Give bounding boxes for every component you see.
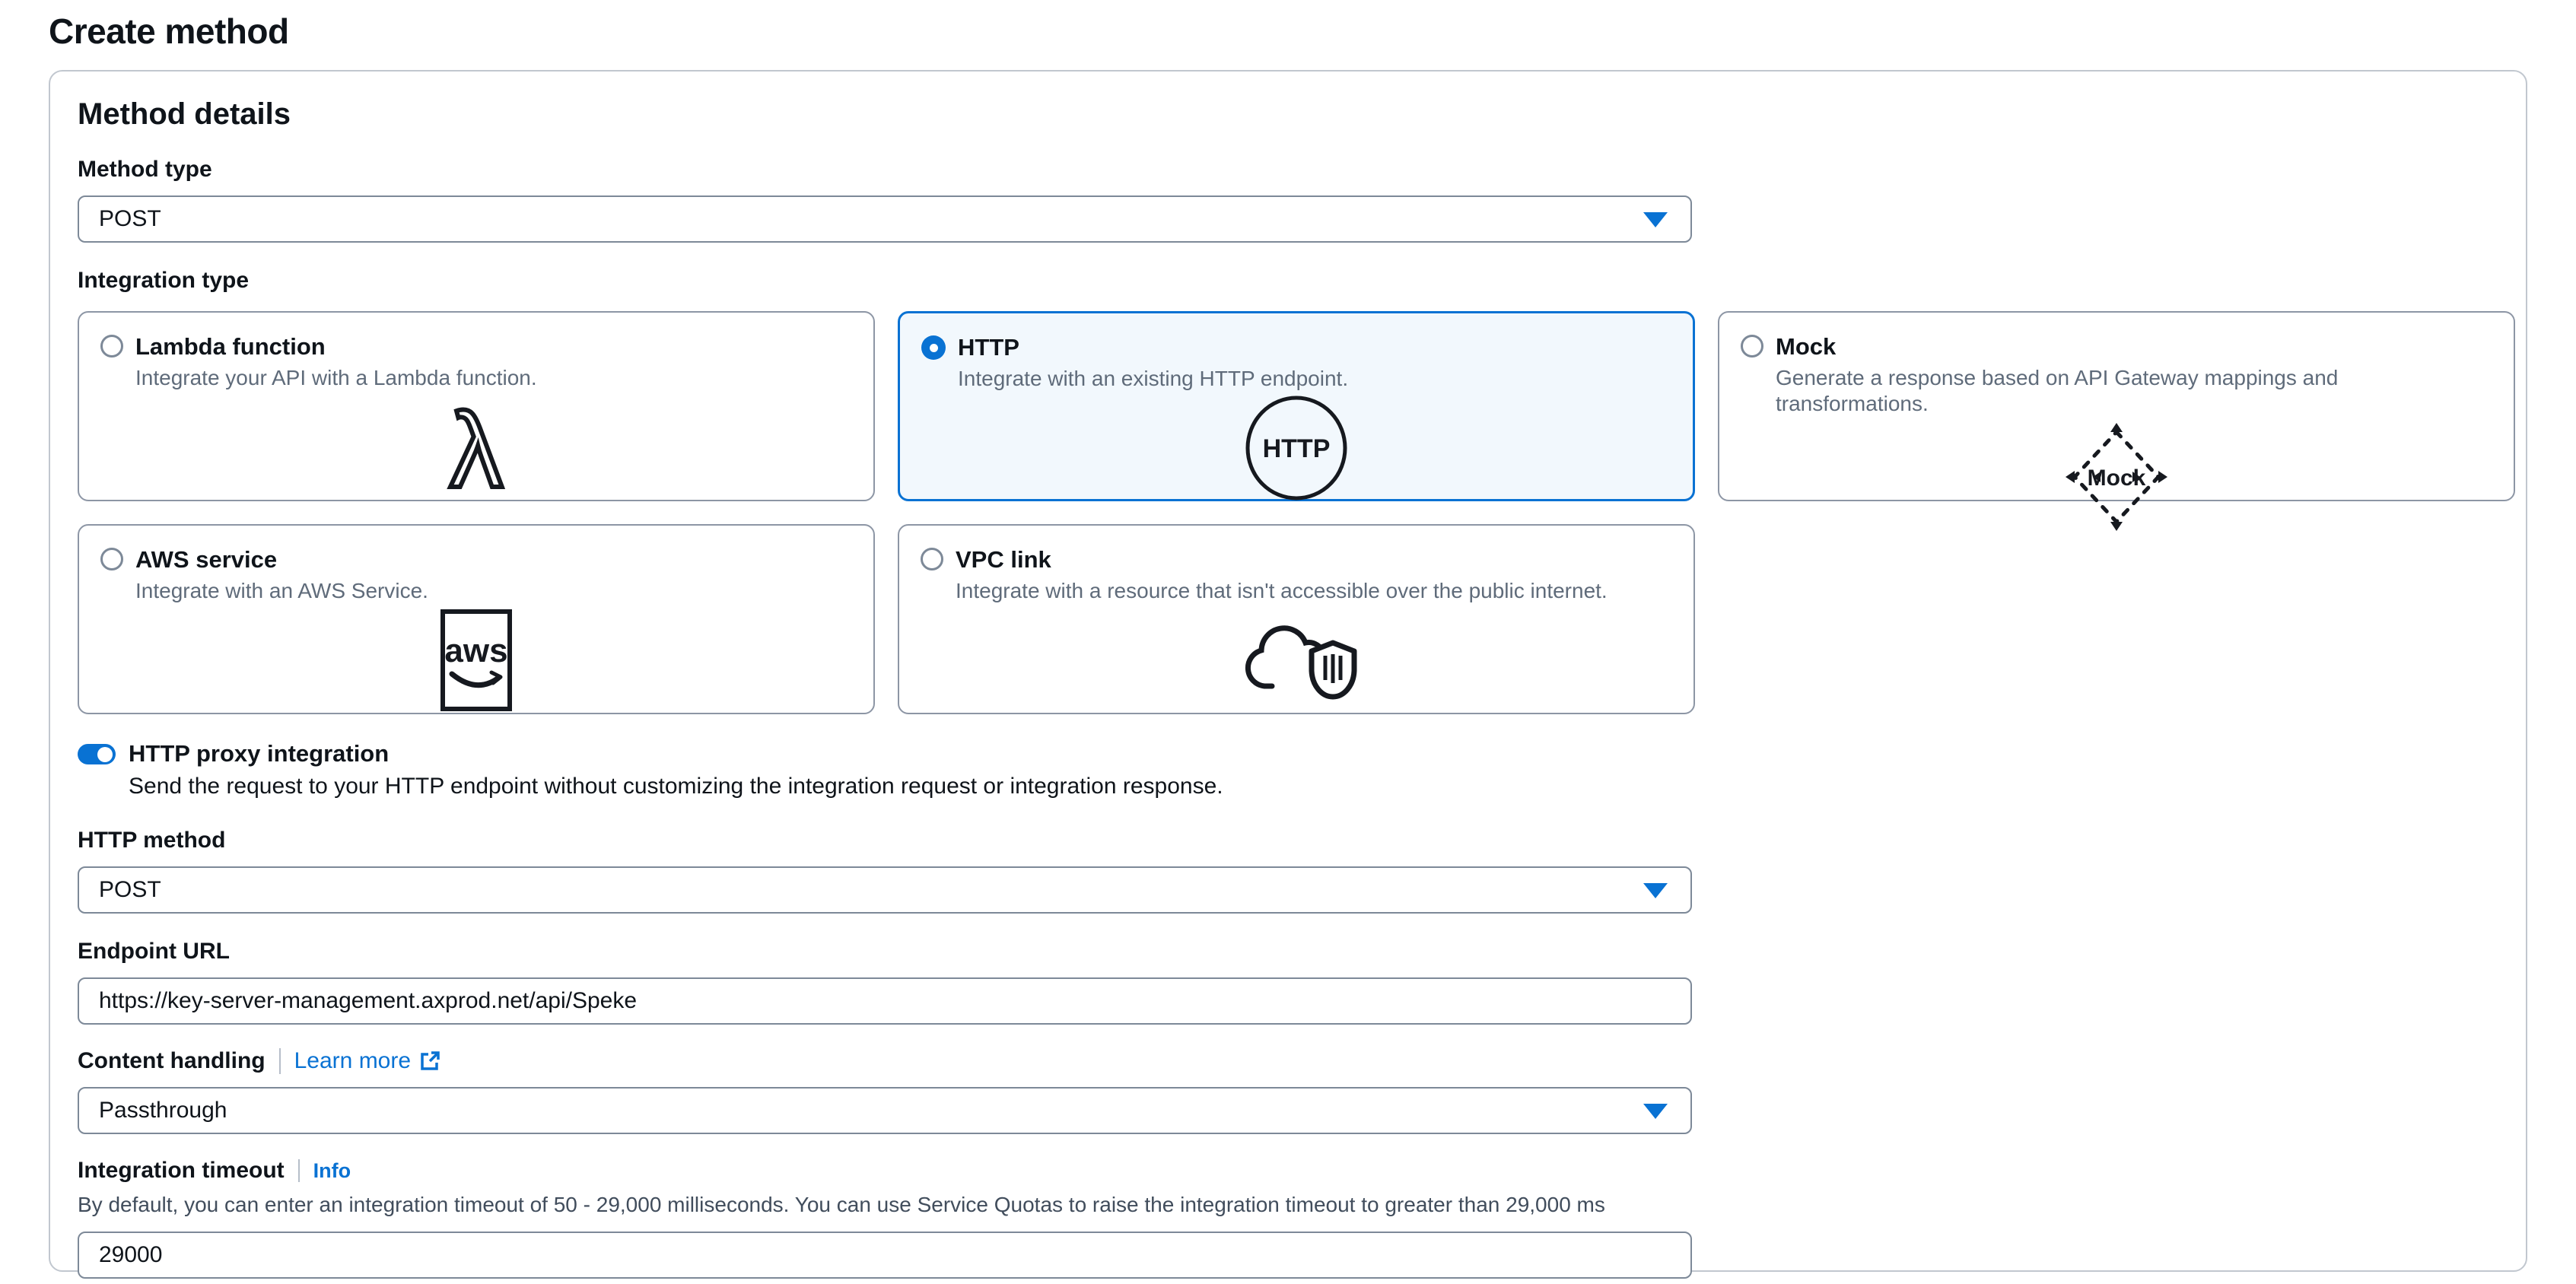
option-title: VPC link <box>956 545 1608 574</box>
integration-option-http[interactable]: HTTP Integrate with an existing HTTP end… <box>898 311 1695 501</box>
method-type-group: Method type POST <box>78 156 2498 243</box>
svg-text:HTTP: HTTP <box>1263 434 1331 463</box>
divider <box>298 1159 300 1182</box>
section-title: Method details <box>78 97 2498 132</box>
content-handling-select[interactable]: Passthrough <box>78 1087 1692 1134</box>
vpc-link-icon <box>1236 607 1357 714</box>
info-link[interactable]: Info <box>313 1159 351 1183</box>
integration-option-vpc-link[interactable]: VPC link Integrate with a resource that … <box>898 524 1695 714</box>
endpoint-url-input[interactable] <box>78 977 1692 1025</box>
external-link-icon <box>418 1050 441 1073</box>
http-proxy-label: HTTP proxy integration <box>129 740 389 768</box>
option-title: AWS service <box>135 545 428 574</box>
integration-timeout-label: Integration timeout <box>78 1157 285 1184</box>
endpoint-url-label: Endpoint URL <box>78 938 2498 965</box>
toggle-on-icon[interactable] <box>78 744 116 764</box>
integration-option-mock[interactable]: Mock Generate a response based on API Ga… <box>1718 311 2515 501</box>
option-title: HTTP <box>958 333 1348 362</box>
divider <box>279 1048 281 1074</box>
option-description: Integrate with an AWS Service. <box>135 578 428 604</box>
learn-more-link[interactable]: Learn more <box>294 1048 441 1074</box>
option-description: Integrate your API with a Lambda functio… <box>135 365 537 391</box>
integration-type-cards: Lambda function Integrate your API with … <box>78 311 2515 714</box>
integration-option-aws-service[interactable]: AWS service Integrate with an AWS Servic… <box>78 524 875 714</box>
radio-unselected-icon[interactable] <box>1741 335 1763 358</box>
option-description: Generate a response based on API Gateway… <box>1776 365 2492 417</box>
chevron-down-icon <box>1643 212 1668 227</box>
integration-timeout-group: Integration timeout Info By default, you… <box>78 1157 2498 1279</box>
http-method-group: HTTP method POST <box>78 827 2498 914</box>
method-type-select[interactable]: POST <box>78 195 1692 243</box>
http-method-select[interactable]: POST <box>78 866 1692 914</box>
mock-icon: Mock <box>2059 420 2174 534</box>
radio-unselected-icon[interactable] <box>100 335 123 358</box>
endpoint-url-group: Endpoint URL <box>78 938 2498 1025</box>
svg-text:Mock: Mock <box>2088 466 2146 491</box>
integration-timeout-input[interactable] <box>78 1232 1692 1279</box>
aws-icon: aws <box>438 607 514 714</box>
radio-unselected-icon[interactable] <box>100 548 123 570</box>
content-handling-group: Content handling Learn more Passthrough <box>78 1047 2498 1134</box>
option-title: Lambda function <box>135 332 537 361</box>
radio-unselected-icon[interactable] <box>921 548 943 570</box>
integration-type-label: Integration type <box>78 267 2498 294</box>
page-title: Create method <box>49 11 2576 52</box>
http-proxy-toggle-row: HTTP proxy integration <box>78 740 2498 768</box>
integration-type-group: Integration type Lambda function Integra… <box>78 267 2498 714</box>
content-handling-value: Passthrough <box>99 1098 227 1124</box>
lambda-icon: λ <box>419 394 533 508</box>
integration-timeout-help: By default, you can enter an integration… <box>78 1192 2498 1218</box>
method-type-label: Method type <box>78 156 2498 183</box>
option-description: Integrate with a resource that isn't acc… <box>956 578 1608 604</box>
option-description: Integrate with an existing HTTP endpoint… <box>958 366 1348 392</box>
http-icon: HTTP <box>1239 395 1353 501</box>
http-method-value: POST <box>99 877 161 903</box>
method-type-value: POST <box>99 206 161 232</box>
http-proxy-description: Send the request to your HTTP endpoint w… <box>129 772 2498 801</box>
http-method-label: HTTP method <box>78 827 2498 854</box>
option-title: Mock <box>1776 332 2492 361</box>
chevron-down-icon <box>1643 1104 1668 1119</box>
svg-text:aws: aws <box>444 632 507 669</box>
content-handling-label: Content handling <box>78 1047 266 1075</box>
method-details-panel: Method details Method type POST Integrat… <box>49 70 2527 1272</box>
chevron-down-icon <box>1643 883 1668 898</box>
svg-text:λ: λ <box>450 394 503 508</box>
radio-selected-icon[interactable] <box>921 335 946 360</box>
integration-option-lambda[interactable]: Lambda function Integrate your API with … <box>78 311 875 501</box>
